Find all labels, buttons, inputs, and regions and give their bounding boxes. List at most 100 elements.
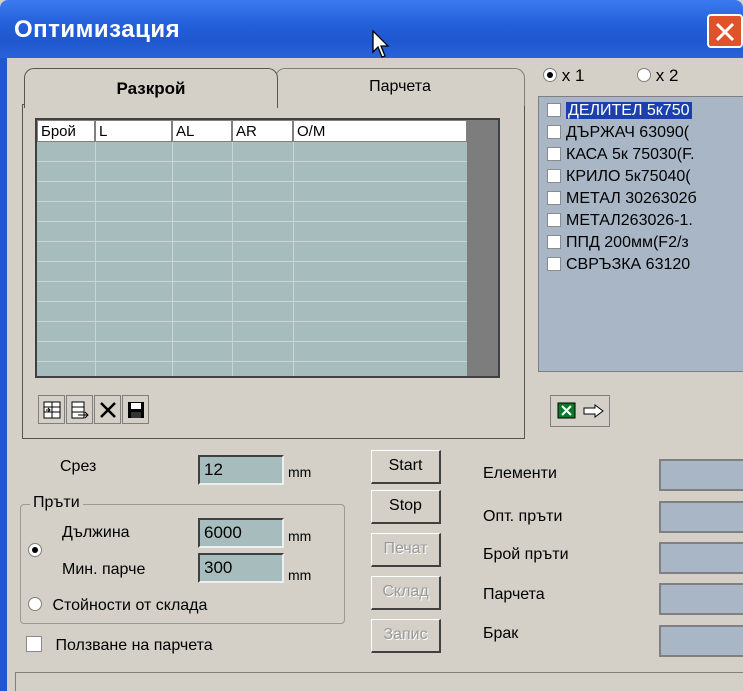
column-header-ar[interactable]: AR [232, 120, 293, 142]
start-button[interactable]: Start [371, 450, 441, 484]
grid-line [37, 341, 467, 342]
cutting-grid[interactable]: Брой L AL AR O/M [35, 118, 500, 378]
window-title: Оптимизация [14, 16, 181, 43]
list-item[interactable]: КРИЛО 5к75040( [547, 168, 691, 190]
list-item[interactable]: КАСА 5к 75030(F. [547, 146, 695, 168]
list-item[interactable]: СВРЪЗКА 63120 [547, 256, 690, 278]
append-row-icon [71, 401, 89, 418]
radio-stock-indicator[interactable] [28, 597, 42, 611]
column-header-al[interactable]: AL [172, 120, 232, 142]
close-button[interactable] [707, 14, 743, 48]
list-item-checkbox[interactable] [547, 235, 561, 249]
close-icon [715, 22, 735, 42]
list-item-label: ППД 200мм(F2/з [566, 234, 689, 251]
grid-line [95, 142, 96, 376]
tab-raskroy-label: Разкрой [116, 79, 186, 98]
min-piece-input[interactable]: 300 [198, 553, 284, 583]
radio-x2-indicator[interactable] [637, 68, 651, 82]
radio-length-indicator[interactable] [28, 543, 42, 557]
radio-length-source[interactable] [28, 543, 42, 561]
pieces-value [659, 583, 743, 615]
opt-bars-label: Опт. пръти [483, 508, 563, 525]
radio-x1[interactable]: x 1 [543, 66, 584, 86]
list-item-label: ДЕЛИТЕЛ 5к750 [566, 102, 692, 119]
list-item-label: СВРЪЗКА 63120 [566, 256, 691, 273]
grid-line [37, 181, 467, 182]
tab-raskroy[interactable]: Разкрой [24, 68, 278, 108]
print-button[interactable]: Печат [371, 533, 441, 567]
use-pieces-checkbox[interactable]: Ползване на парчета [26, 636, 213, 655]
save-grid-button[interactable] [122, 395, 149, 424]
save-button[interactable]: Запис [371, 619, 441, 653]
use-pieces-checkbox-box[interactable] [26, 636, 42, 652]
grid-line [37, 321, 467, 322]
list-item-checkbox[interactable] [547, 191, 561, 205]
list-item-checkbox[interactable] [547, 147, 561, 161]
arrow-right-icon [583, 404, 604, 418]
use-pieces-label: Ползване на парчета [55, 637, 213, 654]
list-item-checkbox[interactable] [547, 213, 561, 227]
length-label: Дължина [62, 524, 130, 541]
grid-line [37, 361, 467, 362]
list-item-label: КАСА 5к 75030(F. [566, 146, 695, 163]
list-item[interactable]: ППД 200мм(F2/з [547, 234, 689, 256]
cut-label: Срез [60, 458, 97, 475]
grid-line [37, 281, 467, 282]
grid-line [232, 142, 233, 376]
list-item-checkbox[interactable] [547, 125, 561, 139]
elements-value [659, 459, 743, 491]
insert-row-button[interactable] [38, 395, 65, 424]
min-piece-unit: mm [288, 567, 312, 583]
list-item[interactable]: ДЪРЖАЧ 63090( [547, 124, 689, 146]
profiles-list[interactable]: ДЕЛИТЕЛ 5к750 ДЪРЖАЧ 63090( КАСА 5к 7503… [538, 96, 743, 372]
insert-row-icon [43, 401, 60, 418]
mouse-cursor-icon [372, 30, 390, 58]
list-item[interactable]: МЕТАЛ263026-1. [547, 212, 693, 234]
grid-line [37, 221, 467, 222]
export-excel-button[interactable] [550, 395, 610, 427]
radio-x1-indicator[interactable] [543, 68, 557, 82]
cut-input[interactable]: 12 [198, 455, 284, 485]
tab-parcheta[interactable]: Парчета [275, 68, 525, 106]
stock-values-label: Стойности от склада [52, 597, 208, 614]
delete-row-button[interactable] [94, 395, 121, 424]
list-item-checkbox[interactable] [547, 169, 561, 183]
waste-value [659, 625, 743, 657]
grid-line [37, 241, 467, 242]
bar-count-label: Брой пръти [483, 546, 569, 563]
grid-line [37, 301, 467, 302]
tab-parcheta-label: Парчета [369, 78, 431, 95]
grid-line [293, 142, 294, 376]
excel-icon [557, 402, 576, 419]
radio-x2[interactable]: x 2 [637, 66, 678, 86]
list-item-checkbox[interactable] [547, 103, 561, 117]
cut-unit: mm [288, 464, 312, 480]
grid-line [37, 261, 467, 262]
radio-x1-label: x 1 [561, 66, 585, 85]
list-item[interactable]: МЕТАЛ 3026302б [547, 190, 697, 212]
append-row-button[interactable] [66, 395, 93, 424]
list-item[interactable]: ДЕЛИТЕЛ 5к750 [547, 102, 692, 124]
grid-line [37, 161, 467, 162]
radio-stock-source[interactable]: Стойности от склада [28, 597, 207, 615]
grid-line [37, 201, 467, 202]
column-header-count[interactable]: Брой [37, 120, 95, 142]
waste-label: Брак [483, 625, 519, 642]
column-header-l[interactable]: L [95, 120, 172, 142]
bars-group-label: Пръти [30, 494, 83, 512]
stock-button[interactable]: Склад [371, 576, 441, 610]
radio-x2-label: x 2 [655, 66, 679, 85]
length-input[interactable]: 6000 [198, 518, 284, 548]
length-unit: mm [288, 528, 312, 544]
min-piece-label: Мин. парче [62, 561, 146, 578]
opt-bars-value [659, 501, 743, 533]
stop-button[interactable]: Stop [371, 490, 441, 524]
list-item-label: ДЪРЖАЧ 63090( [566, 124, 690, 141]
list-item-checkbox[interactable] [547, 257, 561, 271]
pieces-label: Парчета [483, 586, 545, 603]
list-item-label: МЕТАЛ 3026302б [566, 190, 697, 207]
window-frame-left [0, 58, 7, 691]
column-header-om[interactable]: O/M [293, 120, 467, 142]
grid-line [172, 142, 173, 376]
elements-label: Елементи [483, 465, 557, 482]
